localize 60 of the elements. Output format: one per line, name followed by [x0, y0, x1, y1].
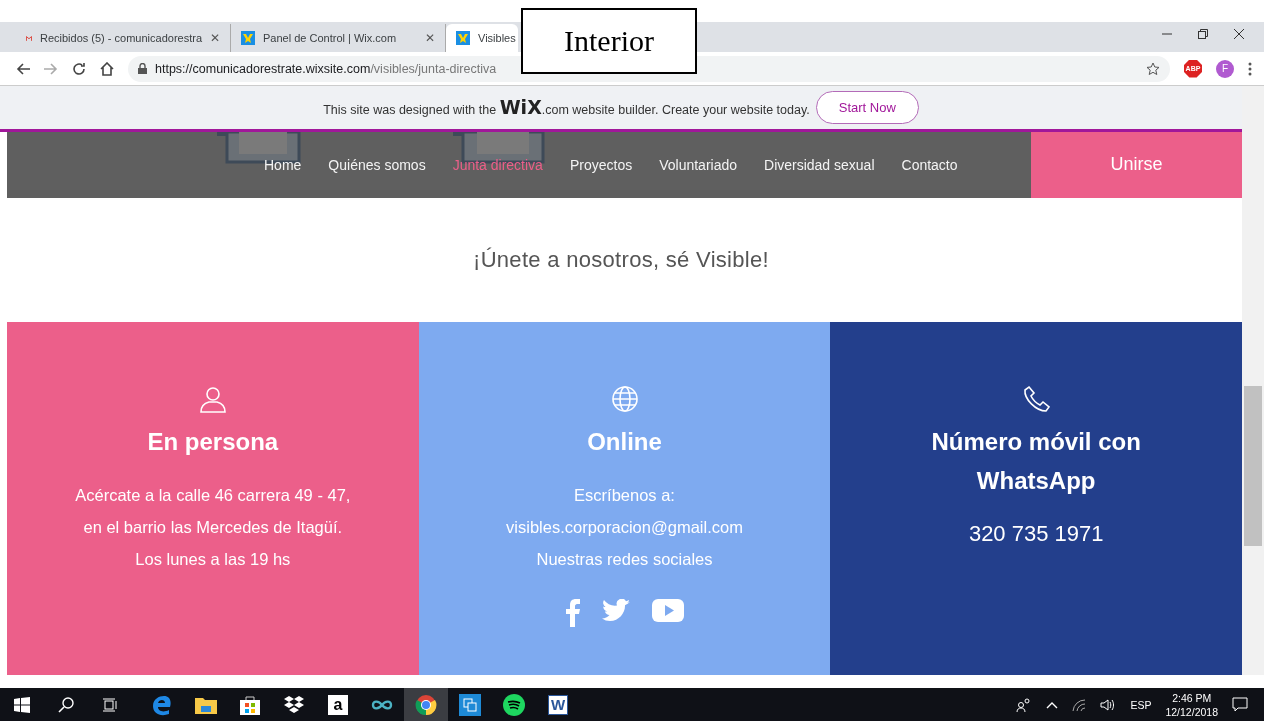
shopping-bag-icon[interactable] — [240, 694, 260, 715]
card-title: Número móvil con WhatsApp — [930, 426, 1142, 496]
card-text: Acércate a la calle 46 carrera 49 - 47, — [75, 484, 351, 506]
browser-tab[interactable]: Panel de Control | Wix.com ✕ — [231, 24, 446, 52]
close-icon[interactable] — [1234, 29, 1244, 39]
taskbar-app[interactable]: W — [536, 688, 580, 721]
infinity-icon[interactable] — [370, 698, 394, 711]
reload-icon[interactable] — [72, 61, 86, 76]
nav-link[interactable]: Home — [264, 156, 302, 173]
clock[interactable]: 2:46 PM 12/12/2018 — [1165, 690, 1218, 719]
task-view-icon[interactable] — [102, 697, 118, 712]
notification-icon[interactable] — [1232, 697, 1248, 712]
back-arrow-icon[interactable] — [16, 62, 30, 75]
taskbar-app[interactable]: a — [316, 688, 360, 721]
globe-icon — [609, 383, 640, 414]
word-icon[interactable]: W — [548, 694, 568, 715]
nav-link[interactable]: Contacto — [901, 156, 958, 173]
profile-avatar[interactable]: F — [1216, 59, 1234, 78]
card-text: Escríbenos a: — [574, 484, 675, 506]
wifi-icon[interactable] — [1072, 698, 1087, 711]
close-icon[interactable]: ✕ — [210, 31, 220, 45]
nav-link[interactable]: Quiénes somos — [328, 156, 426, 173]
close-icon[interactable]: ✕ — [425, 31, 435, 45]
spotify-icon[interactable] — [503, 693, 525, 716]
banner-text: This site was designed with the WiX.com website builder. Create your website today. — [323, 96, 810, 119]
nav-link[interactable]: Diversidad sexual — [764, 156, 875, 173]
start-now-button[interactable]: Start Now — [815, 90, 919, 124]
language-indicator[interactable]: ESP — [1130, 698, 1152, 711]
e-logo-icon[interactable] — [151, 693, 173, 716]
card-text: 320 735 1971 — [968, 519, 1104, 548]
lock-icon — [138, 63, 147, 74]
card-text: visibles.corporacion@gmail.com — [506, 516, 743, 538]
windows-stack-icon[interactable] — [459, 693, 481, 716]
card-title: En persona — [147, 426, 279, 457]
nav-link[interactable]: Proyectos — [569, 156, 633, 173]
taskbar-app[interactable] — [404, 688, 448, 721]
annotation-label: Interior — [521, 8, 697, 74]
card-title: Online — [587, 426, 662, 457]
card-text: Nuestras redes sociales — [536, 548, 713, 570]
speaker-icon[interactable] — [1100, 698, 1117, 711]
browser-tab[interactable]: Recibidos (5) - comunicadorestra ✕ — [16, 24, 231, 52]
restore-icon[interactable] — [1198, 29, 1208, 39]
folder-icon[interactable] — [195, 695, 217, 714]
card-text: Los lunes a las 19 hs — [135, 548, 291, 570]
box-icon[interactable] — [283, 694, 305, 715]
card-text: en el barrio las Mercedes de Itagüí. — [83, 516, 343, 538]
search-icon[interactable] — [58, 696, 74, 713]
chrome-icon[interactable] — [415, 693, 437, 716]
amazon-icon[interactable]: a — [328, 694, 348, 715]
browser-tab[interactable]: Visibles — [446, 24, 518, 52]
join-button[interactable]: Unirse — [1031, 131, 1242, 198]
section-heading: ¡Únete a nosotros, sé Visible! — [473, 246, 769, 273]
phone-icon — [1021, 383, 1052, 414]
people-icon[interactable] — [1016, 697, 1033, 712]
scrollbar[interactable] — [1242, 86, 1264, 675]
menu-icon[interactable] — [1248, 61, 1252, 76]
nav-link[interactable]: Voluntariado — [659, 156, 737, 173]
chevron-up-icon[interactable] — [1046, 700, 1059, 709]
home-icon[interactable] — [100, 61, 114, 76]
windows-start-icon[interactable] — [14, 696, 30, 713]
